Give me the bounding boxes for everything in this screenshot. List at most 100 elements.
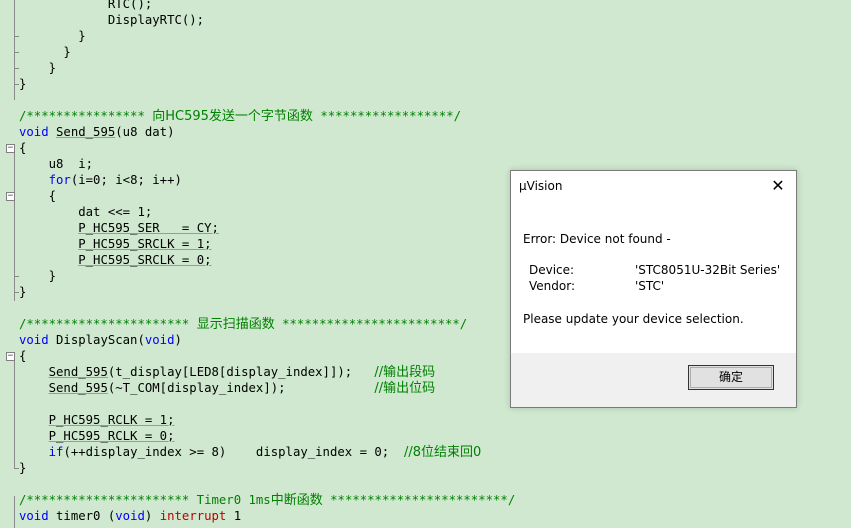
code-text: { — [19, 349, 27, 363]
comment: 显示扫描函数 — [196, 317, 275, 332]
code-text: P_HC595_RCLK = 1; — [48, 413, 175, 427]
vendor-value: 'STC' — [635, 279, 665, 293]
code-text: 1 — [226, 509, 242, 523]
comment: ************************/ — [274, 317, 468, 331]
error-message: Error: Device not found - — [523, 232, 671, 246]
keyword: void — [19, 509, 49, 523]
code-line: P_HC595_SRCLK = 0; — [19, 252, 212, 268]
code-text: ) — [144, 509, 160, 523]
code-text: dat <<= 1; — [78, 205, 153, 219]
comment: /********************** — [19, 317, 197, 331]
close-icon[interactable]: ✕ — [764, 173, 792, 199]
code-line: } — [19, 284, 26, 300]
device-value: 'STC8051U-32Bit Series' — [635, 263, 781, 277]
fold-guide — [14, 0, 15, 100]
code-text: P_HC595_SRCLK = 0; — [78, 253, 212, 267]
code-line: P_HC595_SRCLK = 1; — [19, 236, 212, 252]
code-line: void timer0 (void) interrupt 1 — [19, 508, 241, 524]
code-line: DisplayRTC(); — [19, 12, 204, 28]
code-line: { — [19, 140, 26, 156]
code-text: { — [48, 189, 57, 203]
code-line: } — [19, 60, 56, 76]
comment: //输出段码 — [374, 365, 436, 380]
comment: ************************/ — [322, 493, 516, 507]
code-line: void Send_595(u8 dat) — [19, 124, 175, 140]
code-line: } — [19, 76, 26, 92]
fold-guide — [14, 361, 15, 469]
code-text: ) — [174, 333, 182, 347]
code-line: P_HC595_RCLK = 1; — [19, 412, 175, 428]
dialog-footer: 确定 — [511, 353, 796, 407]
fold-toggle-icon[interactable]: − — [6, 192, 15, 201]
comment: //输出位码 — [374, 381, 436, 396]
code-text: P_HC595_RCLK = 0; — [48, 429, 175, 443]
comment: 中断函数 — [270, 493, 323, 508]
code-line: u8 i; — [19, 156, 93, 172]
code-text: DisplayRTC(); — [107, 13, 205, 27]
code-text: } — [48, 61, 57, 75]
keyword: for — [48, 173, 71, 187]
code-line: /********************** Timer0 1ms中断函数 *… — [19, 492, 515, 508]
function-name: Send_595 — [56, 125, 116, 139]
keyword: void — [19, 125, 49, 139]
code-text: (i=0; i<8; i++) — [70, 173, 182, 187]
code-line: P_HC595_SER = CY; — [19, 220, 219, 236]
code-text: } — [63, 45, 71, 59]
keyword: void — [144, 333, 175, 347]
fold-toggle-icon[interactable]: − — [6, 144, 15, 153]
comment: 向HC595发送一个字节函数 — [152, 109, 313, 124]
code-line: } — [19, 268, 56, 284]
comment: /********************** Timer0 1ms — [19, 493, 271, 507]
keyword: void — [19, 333, 49, 347]
keyword: void — [115, 509, 145, 523]
code-text: timer0 ( — [48, 509, 116, 523]
vendor-label: Vendor: — [529, 279, 575, 293]
code-line: void DisplayScan(void) — [19, 332, 182, 348]
code-line: Send_595(t_display[LED8[display_index]])… — [19, 364, 436, 380]
device-label: Device: — [529, 263, 575, 277]
code-line: /********************** 显示扫描函数 *********… — [19, 316, 467, 332]
comment: //8位结束回0 — [404, 445, 482, 460]
code-line: /**************** 向HC595发送一个字节函数 *******… — [19, 108, 461, 124]
code-text: (u8 dat) — [115, 125, 175, 139]
code-text: } — [19, 77, 27, 91]
code-text: (~T_COM[display_index]); — [107, 381, 375, 395]
code-line: } — [19, 460, 26, 476]
function-call: Send_595 — [48, 365, 108, 379]
code-text: RTC(); — [107, 0, 153, 11]
dialog-title: µVision — [519, 179, 563, 193]
code-text: (++display_index >= 8) display_index = 0… — [63, 445, 404, 459]
keyword: if — [48, 445, 64, 459]
code-line: if(++display_index >= 8) display_index =… — [19, 444, 482, 460]
code-text: P_HC595_SER = CY; — [78, 221, 219, 235]
code-text: { — [19, 141, 27, 155]
code-text: } — [19, 285, 27, 299]
ok-button[interactable]: 确定 — [688, 365, 774, 390]
update-message: Please update your device selection. — [523, 312, 744, 326]
device-error-dialog: µVision ✕ Error: Device not found - Devi… — [510, 170, 797, 408]
code-text: P_HC595_SRCLK = 1; — [78, 237, 212, 251]
code-line: P_HC595_RCLK = 0; — [19, 428, 175, 444]
fold-guide — [14, 153, 15, 301]
keyword: interrupt — [159, 509, 227, 523]
code-text: } — [78, 29, 86, 43]
comment: ******************/ — [312, 109, 462, 123]
fold-toggle-icon[interactable]: − — [6, 352, 15, 361]
function-call: Send_595 — [48, 381, 108, 395]
dialog-body: Error: Device not found - Device: 'STC80… — [511, 206, 796, 353]
code-line: RTC(); — [19, 0, 152, 12]
code-text: (t_display[LED8[display_index]]); — [107, 365, 375, 379]
code-text: u8 i; — [48, 157, 94, 171]
fold-guide — [14, 496, 15, 528]
function-name: DisplayScan( — [48, 333, 145, 347]
comment: /**************** — [19, 109, 153, 123]
code-line: Send_595(~T_COM[display_index]); //输出位码 — [19, 380, 436, 396]
code-line: dat <<= 1; — [19, 204, 152, 220]
code-line: } — [19, 28, 86, 44]
code-text: } — [19, 461, 27, 475]
code-line: } — [19, 44, 71, 60]
code-line: { — [19, 188, 56, 204]
code-text: } — [48, 269, 57, 283]
code-line: for(i=0; i<8; i++) — [19, 172, 182, 188]
code-line: { — [19, 348, 26, 364]
